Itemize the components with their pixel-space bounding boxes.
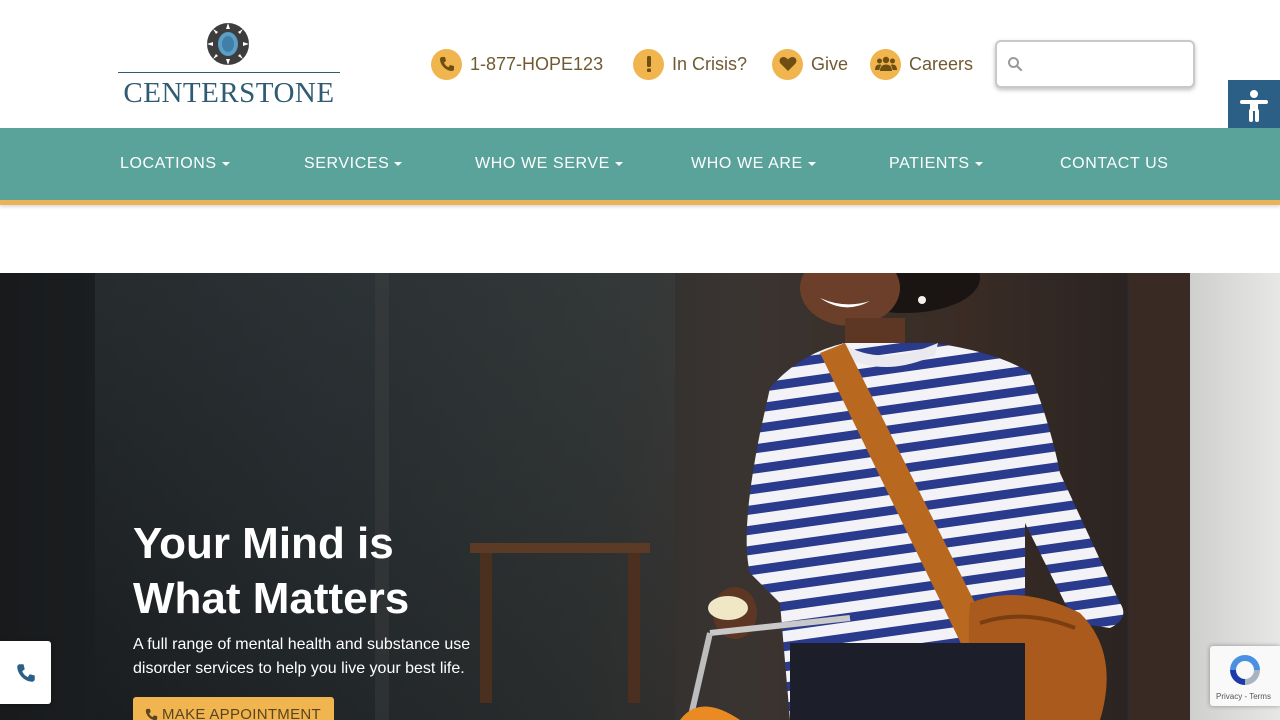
caret-down-icon: [807, 162, 816, 166]
search-icon: [1008, 57, 1023, 72]
search-input[interactable]: [1031, 50, 1181, 78]
caret-down-icon: [394, 162, 403, 166]
hero-headline-line-2: What Matters: [133, 574, 410, 623]
centerstone-logo[interactable]: CENTERSTONE: [116, 22, 342, 109]
logo-rule: [118, 72, 340, 73]
nav-label: PATIENTS: [889, 155, 970, 172]
phone-icon: [16, 663, 35, 682]
hero-lead-line-1: A full range of mental health and substa…: [133, 636, 471, 653]
hero-woman-image: [680, 273, 1124, 720]
nav-label: SERVICES: [304, 155, 390, 172]
nav-label: WHO WE SERVE: [475, 155, 610, 172]
phone-number: 1-877-HOPE123: [470, 53, 604, 74]
nav-item-who-we-serve[interactable]: WHO WE SERVE: [475, 128, 623, 200]
hero-banner: Your Mind is What Matters A full range o…: [0, 273, 1280, 720]
make-appointment-button[interactable]: MAKE APPOINTMENT: [133, 697, 334, 720]
caret-down-icon: [614, 162, 623, 166]
phone-icon: [145, 708, 158, 720]
caret-down-icon: [221, 162, 230, 166]
nav-item-contact-us[interactable]: CONTACT US: [1060, 128, 1169, 200]
nav-item-patients[interactable]: PATIENTS: [889, 128, 983, 200]
accessibility-icon: [1240, 90, 1268, 122]
nav-item-locations[interactable]: LOCATIONS: [120, 128, 230, 200]
search-box[interactable]: [995, 40, 1195, 88]
site-header: CENTERSTONE 1-877-HOPE123 In Crisis? Giv…: [0, 0, 1280, 128]
caret-down-icon: [974, 162, 983, 166]
accessibility-toggle[interactable]: [1228, 80, 1280, 132]
nav-label: WHO WE ARE: [691, 155, 803, 172]
alert-icon: [633, 48, 664, 80]
crisis-label: In Crisis?: [672, 53, 748, 74]
heart-icon: [772, 48, 803, 80]
careers-link[interactable]: Careers: [870, 47, 973, 81]
careers-label: Careers: [909, 53, 974, 74]
recaptcha-badge[interactable]: Privacy - Terms: [1210, 646, 1280, 706]
hero-headline: Your Mind is What Matters: [133, 516, 553, 626]
nav-label: CONTACT US: [1060, 155, 1169, 172]
call-tab[interactable]: [0, 641, 51, 704]
phone-icon: [431, 48, 462, 80]
recaptcha-icon: [1230, 655, 1260, 685]
logo-mark-icon: [207, 23, 249, 65]
give-label: Give: [811, 53, 849, 74]
logo-wordmark: CENTERSTONE: [123, 77, 335, 109]
hero-lead: A full range of mental health and substa…: [133, 633, 493, 681]
group-icon: [870, 48, 901, 80]
crisis-link[interactable]: In Crisis?: [633, 47, 747, 81]
hero-headline-line-1: Your Mind is: [133, 519, 394, 568]
recaptcha-links[interactable]: Privacy - Terms: [1216, 692, 1271, 701]
give-link[interactable]: Give: [772, 47, 848, 81]
nav-item-who-we-are[interactable]: WHO WE ARE: [691, 128, 816, 200]
make-appointment-label: MAKE APPOINTMENT: [162, 706, 321, 720]
nav-item-services[interactable]: SERVICES: [304, 128, 403, 200]
main-nav: LOCATIONS SERVICES WHO WE SERVE WHO WE A…: [0, 128, 1280, 200]
nav-label: LOCATIONS: [120, 155, 217, 172]
hero-lead-line-2: disorder services to help you live your …: [133, 660, 465, 677]
phone-link[interactable]: 1-877-HOPE123: [431, 47, 603, 81]
nav-accent-border: [0, 200, 1280, 205]
